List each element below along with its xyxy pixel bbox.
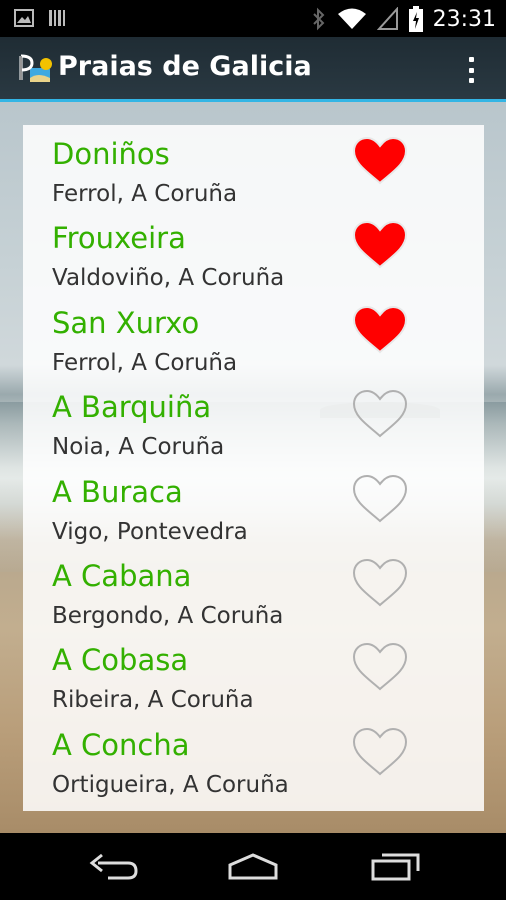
beach-location: Ribeira, A Coruña [52, 687, 254, 714]
back-icon[interactable] [88, 851, 140, 881]
beach-list-item[interactable]: Doniños Ferrol, A Coruña [23, 125, 484, 209]
beach-list-item[interactable]: A Concha Ortigueira, A Coruña [23, 716, 484, 800]
beach-name: Doniños [52, 137, 170, 171]
beach-location: Ferrol, A Coruña [52, 181, 238, 207]
heart-outline-icon[interactable] [351, 388, 409, 440]
beach-list-item[interactable]: A Cobasa Ribeira, A Coruña [23, 631, 484, 715]
barcode-notification-icon [49, 10, 65, 26]
beach-location: Ortigueira, A Coruña [52, 771, 289, 798]
heart-outline-icon[interactable] [351, 726, 409, 778]
bluetooth-icon [312, 7, 325, 31]
heart-outline-icon[interactable] [351, 557, 409, 609]
beach-list-item[interactable]: A Barquiña Noia, A Coruña [23, 378, 484, 462]
beach-list-item[interactable]: A Buraca Vigo, Pontevedra [23, 463, 484, 547]
recent-apps-icon[interactable] [370, 851, 422, 881]
beach-location: Ferrol, A Coruña [52, 349, 238, 376]
beach-name: A Barquiña [52, 390, 212, 425]
beach-list[interactable]: Doniños Ferrol, A Coruña Frouxeira Valdoviñ… [23, 125, 484, 811]
wifi-icon [337, 8, 366, 29]
battery-charging-icon [408, 6, 423, 32]
signal-icon [376, 7, 398, 30]
heart-filled-icon[interactable] [351, 135, 409, 187]
home-icon[interactable] [226, 851, 280, 881]
clock: 23:31 [432, 6, 496, 32]
beach-name: Frouxeira [52, 221, 186, 256]
navigation-bar [0, 833, 506, 900]
beach-name: San Xurxo [52, 305, 200, 340]
overflow-menu-icon[interactable] [466, 57, 476, 83]
beach-name: A Concha [52, 727, 190, 762]
heart-filled-icon[interactable] [351, 219, 409, 271]
beach-location: Noia, A Coruña [52, 434, 225, 461]
action-bar: Praias de Galicia [0, 37, 506, 102]
app-logo-icon [19, 54, 52, 82]
heart-outline-icon[interactable] [351, 641, 409, 693]
beach-name: A Cabana [52, 558, 192, 593]
beach-location: Valdoviño, A Coruña [52, 265, 285, 292]
content-area: Doniños Ferrol, A Coruña Frouxeira Valdoviñ… [0, 102, 506, 833]
status-bar: 23:31 [0, 0, 506, 37]
beach-list-item[interactable]: Frouxeira Valdoviño, A Coruña [23, 209, 484, 293]
beach-name: A Cobasa [52, 643, 189, 678]
image-notification-icon [14, 9, 34, 27]
beach-list-item[interactable]: San Xurxo Ferrol, A Coruña [23, 294, 484, 378]
heart-outline-icon[interactable] [351, 473, 409, 525]
beach-name: A Buraca [52, 474, 183, 509]
beach-location: Vigo, Pontevedra [52, 518, 248, 545]
beach-location: Bergondo, A Coruña [52, 602, 284, 629]
app-title: Praias de Galicia [58, 51, 312, 82]
beach-list-item[interactable]: A Cabana Bergondo, A Coruña [23, 547, 484, 631]
heart-filled-icon[interactable] [351, 304, 409, 356]
